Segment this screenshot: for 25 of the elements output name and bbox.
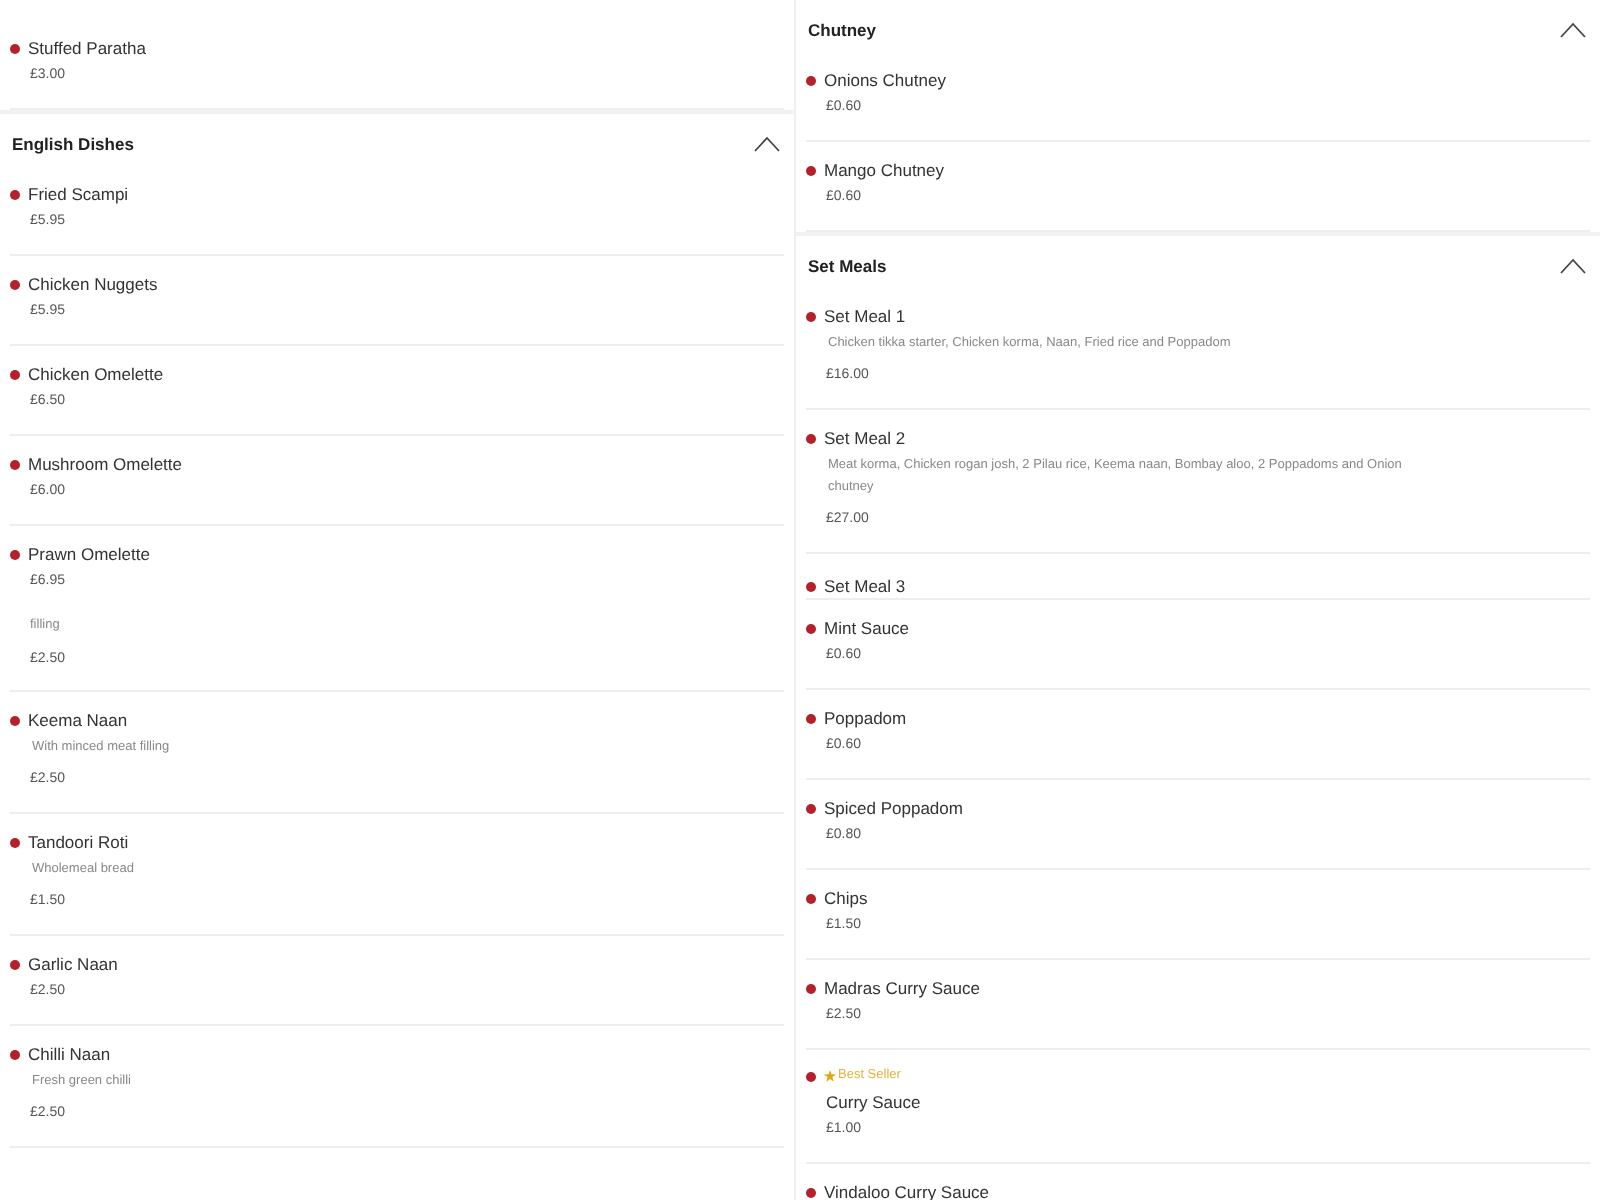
item-name[interactable]: Mint Sauce	[824, 615, 910, 641]
item-name[interactable]: Fried Scampi	[28, 181, 129, 207]
item-name[interactable]: Mango Chutney	[824, 157, 945, 183]
item-name[interactable]: Keema Naan	[28, 707, 128, 733]
item-name[interactable]: Spiced Poppadom	[824, 795, 963, 821]
item-name[interactable]: Chilli Naan	[28, 1041, 111, 1067]
item-name[interactable]: Chicken Omelette	[28, 361, 164, 387]
item-name[interactable]: Mushroom Omelette	[28, 451, 182, 477]
item-name[interactable]: Garlic Naan	[28, 951, 118, 977]
item-name[interactable]: Madras Curry Sauce	[824, 975, 980, 1001]
item-name[interactable]: Stuffed Paratha	[28, 35, 146, 61]
item-name[interactable]: Set Meal 3	[824, 573, 906, 598]
item-name[interactable]: Chicken Nuggets	[28, 271, 158, 297]
item-name[interactable]: Onions Chutney	[824, 67, 946, 93]
item-name[interactable]: Poppadom	[824, 705, 907, 731]
section-title: English Dishes	[12, 131, 134, 157]
item-name[interactable]: Curry Sauce	[806, 1088, 1590, 1116]
star-icon	[824, 1070, 836, 1082]
item-name[interactable]: Set Meal 2	[824, 425, 906, 451]
section-title: Chutney	[808, 17, 876, 43]
item-name[interactable]: Tandoori Roti	[28, 829, 129, 855]
item-name[interactable]: Prawn Omelette	[28, 541, 150, 567]
item-name[interactable]: Set Meal 1	[824, 303, 906, 329]
item-name[interactable]: Chips	[824, 885, 868, 911]
section-title: Set Meals	[808, 253, 887, 279]
